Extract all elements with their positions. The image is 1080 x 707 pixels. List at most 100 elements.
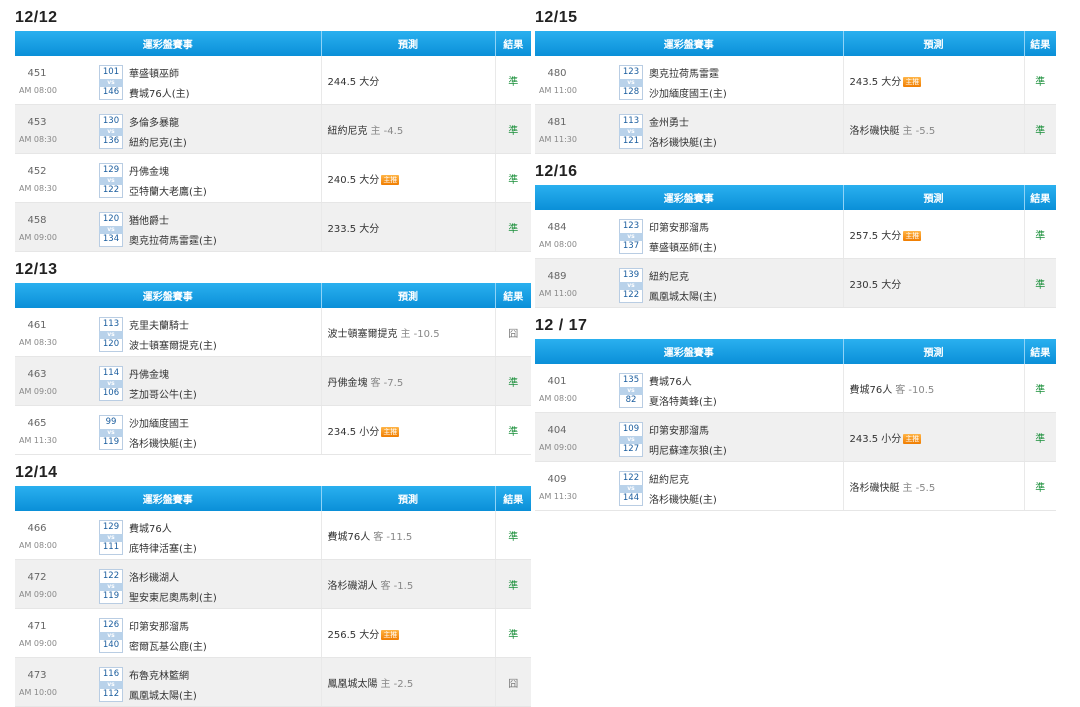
away-team-name[interactable]: 布魯克林籃網 [129, 667, 189, 682]
prediction-cell: 243.5 小分 主推 [843, 412, 1025, 462]
home-team-name[interactable]: 洛杉磯快艇(主) [129, 435, 197, 450]
away-team-name[interactable]: 費城76人 [129, 520, 172, 535]
prediction-pick: 243.5 大分 [849, 76, 902, 88]
away-team-name[interactable]: 猶他爵士 [129, 212, 169, 227]
matchup: 122 紐約尼克 vs 144 洛杉磯快艇(主) [619, 468, 717, 508]
game-row[interactable]: 451 AM 08:00 101 華盛頓巫師 vs 146 費城76人(主) 244.5 大分… [15, 56, 531, 105]
game-row[interactable]: 481 AM 11:30 113 金州勇士 vs 121 洛杉磯快艇(主) 洛杉磯快艇主 -5… [535, 104, 1056, 154]
away-team-number: 122 [619, 470, 643, 486]
featured-pick-badge: 主推 [381, 174, 400, 185]
header-game: 運彩盤賽事 [535, 339, 844, 364]
game-row[interactable]: 461 AM 08:30 113 克里夫蘭騎士 vs 120 波士頓塞爾提克(主) 波士頓塞爾… [15, 308, 531, 357]
game-row[interactable]: 466 AM 08:00 129 費城76人 vs 111 底特律活塞(主) 費城76人客 -… [15, 511, 531, 560]
away-team-name[interactable]: 印第安那溜馬 [649, 219, 709, 234]
home-team-name[interactable]: 明尼蘇達灰狼(主) [649, 442, 727, 457]
game-time: AM 11:00 [539, 86, 577, 95]
games-table: 運彩盤賽事 預測 結果 461 AM 08:30 113 克里夫蘭騎士 vs 120 波士頓塞爾提… [15, 283, 531, 455]
away-team-number: 120 [99, 211, 123, 227]
away-team-number: 113 [99, 316, 123, 332]
game-row[interactable]: 463 AM 09:00 114 丹佛金塊 vs 106 芝加哥公牛(主) 丹佛金塊客 -7.… [15, 356, 531, 406]
game-number: 481 [547, 117, 567, 128]
game-info-cell: 472 AM 09:00 122 洛杉磯湖人 vs 119 聖安東尼奧馬刺(主) [15, 559, 322, 609]
away-team-number: 139 [619, 267, 643, 283]
game-info-cell: 458 AM 09:00 120 猶他爵士 vs 134 奧克拉荷馬雷霆(主) [15, 202, 322, 252]
games-table: 運彩盤賽事 預測 結果 484 AM 08:00 123 印第安那溜馬 vs 137 華盛頓巫師(… [535, 185, 1056, 308]
prediction-pick: 244.5 大分 [327, 76, 380, 88]
vs-label: vs [619, 282, 643, 290]
game-time: AM 08:30 [19, 184, 57, 193]
game-row[interactable]: 473 AM 10:00 116 布魯克林籃網 vs 112 鳳凰城太陽(主) 鳳凰城太陽主 … [15, 657, 531, 707]
prediction-pick: 240.5 大分 [327, 174, 380, 186]
game-number: 451 [27, 68, 47, 79]
home-team-name[interactable]: 聖安東尼奧馬刺(主) [129, 589, 217, 604]
away-team-name[interactable]: 克里夫蘭騎士 [129, 317, 189, 332]
away-team-name[interactable]: 金州勇士 [649, 114, 689, 129]
home-team-name[interactable]: 亞特蘭大老鷹(主) [129, 183, 207, 198]
home-team-name[interactable]: 夏洛特黃蜂(主) [649, 393, 717, 408]
vs-label: vs [619, 233, 643, 241]
home-team-name[interactable]: 波士頓塞爾提克(主) [129, 337, 217, 352]
game-row[interactable]: 480 AM 11:00 123 奧克拉荷馬雷霆 vs 128 沙加緬度國王(主) 243.5… [535, 56, 1056, 105]
away-team-name[interactable]: 費城76人 [649, 373, 692, 388]
prediction-pick: 230.5 大分 [849, 279, 902, 291]
away-team-name[interactable]: 華盛頓巫師 [129, 65, 179, 80]
game-number: 466 [27, 523, 47, 534]
game-number: 401 [547, 376, 567, 387]
header-prediction: 預測 [321, 486, 496, 511]
header-prediction: 預測 [843, 31, 1025, 56]
game-number: 404 [547, 425, 567, 436]
away-team-name[interactable]: 紐約尼克 [649, 471, 689, 486]
prediction-cell: 230.5 大分 [843, 258, 1025, 308]
home-team-name[interactable]: 鳳凰城太陽(主) [649, 288, 717, 303]
away-team-name[interactable]: 印第安那溜馬 [129, 618, 189, 633]
home-team-name[interactable]: 華盛頓巫師(主) [649, 239, 717, 254]
prediction-pick: 洛杉磯快艇 [849, 482, 900, 494]
home-team-name[interactable]: 洛杉磯快艇(主) [649, 491, 717, 506]
prediction-pick: 波士頓塞爾提克 [327, 328, 398, 340]
game-row[interactable]: 471 AM 09:00 126 印第安那溜馬 vs 140 密爾瓦基公鹿(主) 256.5 … [15, 608, 531, 658]
home-team-name[interactable]: 底特律活塞(主) [129, 540, 197, 555]
away-team-name[interactable]: 洛杉磯湖人 [129, 569, 179, 584]
game-row[interactable]: 472 AM 09:00 122 洛杉磯湖人 vs 119 聖安東尼奧馬刺(主) 洛杉磯湖人客… [15, 559, 531, 609]
game-time: AM 11:30 [19, 436, 57, 445]
result-cell: 準 [495, 153, 531, 203]
game-number: 472 [27, 572, 47, 583]
result-cell: 囧 [495, 657, 531, 707]
prediction-cell: 洛杉磯快艇主 -5.5 [843, 461, 1025, 511]
away-team-name[interactable]: 多倫多暴龍 [129, 114, 179, 129]
day-section: 12/14 運彩盤賽事 預測 結果 466 AM 08:00 129 費城76人 vs 111 底特… [15, 463, 531, 707]
game-row[interactable]: 401 AM 08:00 135 費城76人 vs 82 夏洛特黃蜂(主) 費城76人客 -1… [535, 364, 1056, 413]
home-team-name[interactable]: 費城76人(主) [129, 85, 190, 100]
home-team-name[interactable]: 洛杉磯快艇(主) [649, 134, 717, 149]
away-team-name[interactable]: 奧克拉荷馬雷霆 [649, 65, 719, 80]
home-team-name[interactable]: 密爾瓦基公鹿(主) [129, 638, 207, 653]
game-row[interactable]: 452 AM 08:30 129 丹佛金塊 vs 122 亞特蘭大老鷹(主) 240.5 大分… [15, 153, 531, 203]
home-team-name[interactable]: 紐約尼克(主) [129, 134, 187, 149]
featured-pick-badge: 主推 [381, 426, 400, 437]
game-row[interactable]: 489 AM 11:00 139 紐約尼克 vs 122 鳳凰城太陽(主) 230.5 大分準 [535, 258, 1056, 308]
prediction-spread: 主 -10.5 [400, 328, 440, 340]
away-team-number: 101 [99, 64, 123, 80]
result-cell: 準 [495, 356, 531, 406]
game-row[interactable]: 484 AM 08:00 123 印第安那溜馬 vs 137 華盛頓巫師(主) 257.5 大… [535, 210, 1056, 259]
prediction-cell: 洛杉磯湖人客 -1.5 [321, 559, 496, 609]
home-team-name[interactable]: 鳳凰城太陽(主) [129, 687, 197, 702]
game-row[interactable]: 453 AM 08:30 130 多倫多暴龍 vs 136 紐約尼克(主) 紐約尼克主 -4.… [15, 104, 531, 154]
game-row[interactable]: 458 AM 09:00 120 猶他爵士 vs 134 奧克拉荷馬雷霆(主) 233.5 大… [15, 202, 531, 252]
away-team-name[interactable]: 丹佛金塊 [129, 366, 169, 381]
vs-label: vs [619, 128, 643, 136]
away-team-name[interactable]: 丹佛金塊 [129, 163, 169, 178]
home-team-name[interactable]: 奧克拉荷馬雷霆(主) [129, 232, 217, 247]
header-game: 運彩盤賽事 [535, 31, 844, 56]
result-cell: 準 [495, 202, 531, 252]
prediction-spread: 客 -11.5 [373, 531, 413, 543]
game-row[interactable]: 404 AM 09:00 109 印第安那溜馬 vs 127 明尼蘇達灰狼(主) 243.5 … [535, 412, 1056, 462]
game-row[interactable]: 465 AM 11:30 99 沙加緬度國王 vs 119 洛杉磯快艇(主) 234.5 小分… [15, 405, 531, 455]
home-team-name[interactable]: 芝加哥公牛(主) [129, 386, 197, 401]
game-row[interactable]: 409 AM 11:30 122 紐約尼克 vs 144 洛杉磯快艇(主) 洛杉磯快艇主 -5… [535, 461, 1056, 511]
home-team-name[interactable]: 沙加緬度國王(主) [649, 85, 727, 100]
header-prediction: 預測 [321, 31, 496, 56]
away-team-name[interactable]: 沙加緬度國王 [129, 415, 189, 430]
away-team-name[interactable]: 紐約尼克 [649, 268, 689, 283]
away-team-name[interactable]: 印第安那溜馬 [649, 422, 709, 437]
